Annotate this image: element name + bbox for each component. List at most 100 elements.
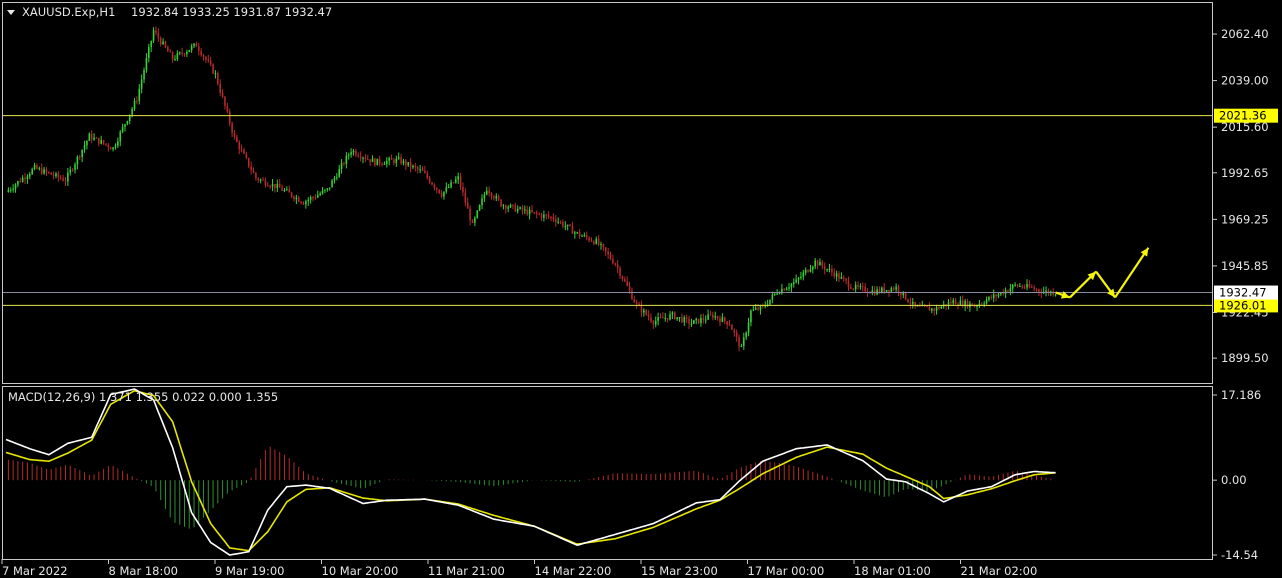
candle-body	[88, 133, 91, 141]
candle-body	[788, 287, 790, 289]
candle-body	[569, 224, 571, 226]
candle-body	[1016, 284, 1019, 287]
candle-body	[654, 320, 657, 325]
candle-body	[357, 155, 360, 157]
candle-body	[859, 286, 862, 288]
candle-body	[86, 140, 88, 146]
candle-body	[1052, 291, 1054, 295]
candle-body	[747, 322, 750, 333]
candle-body	[631, 290, 633, 300]
candle-body	[64, 180, 67, 182]
candle-body	[543, 214, 545, 218]
candle-body	[469, 208, 471, 221]
candle-body	[321, 190, 324, 194]
price-tick-label: 1969.25	[1221, 212, 1269, 226]
candle-body	[940, 306, 943, 309]
candle-body	[114, 145, 117, 148]
candle-body	[495, 196, 498, 199]
candle-body	[885, 289, 888, 292]
time-tick-label: 10 Mar 20:00	[322, 564, 399, 578]
candle-body	[416, 167, 419, 170]
candle-body	[538, 213, 540, 215]
candle-body	[795, 279, 797, 283]
candle-body	[778, 293, 781, 295]
candle-body	[1045, 290, 1047, 292]
time-tick-label: 15 Mar 23:00	[641, 564, 718, 578]
candle-body	[1033, 287, 1035, 290]
candle-body	[371, 158, 374, 163]
candle-body	[157, 32, 160, 39]
candle-body	[909, 302, 912, 304]
candle-body	[704, 319, 707, 321]
candle-body	[804, 269, 807, 273]
candle-body	[17, 181, 19, 185]
candle-body	[566, 224, 569, 227]
candle-body	[440, 193, 443, 197]
ohlc-values: 1932.84 1933.25 1931.87 1932.47	[131, 5, 332, 19]
candle-body	[552, 216, 555, 220]
candle-body	[443, 191, 445, 197]
candle-body	[593, 241, 595, 244]
candle-body	[690, 323, 693, 325]
candle-body	[336, 177, 338, 179]
candle-body	[531, 209, 533, 213]
candle-body	[207, 59, 210, 61]
candle-body	[93, 137, 95, 140]
candle-body	[688, 318, 690, 324]
candle-body	[407, 162, 410, 166]
candle-body	[145, 58, 148, 71]
candle-body	[95, 137, 98, 139]
candle-body	[574, 232, 576, 234]
candle-body	[771, 294, 774, 300]
candle-body	[812, 266, 814, 270]
candle-body	[219, 84, 221, 93]
candle-body	[131, 108, 133, 115]
candle-body	[40, 168, 43, 174]
candle-body	[167, 47, 169, 52]
candle-body	[659, 317, 662, 319]
candle-body	[478, 205, 481, 211]
candle-body	[190, 46, 193, 51]
candle-body	[1030, 286, 1033, 288]
candle-body	[366, 159, 369, 161]
candle-body	[319, 193, 321, 196]
candle-body	[31, 169, 33, 175]
candle-body	[228, 111, 231, 124]
candle-body	[69, 169, 72, 173]
candle-body	[716, 316, 719, 319]
time-tick-label: 9 Mar 19:00	[215, 564, 284, 578]
candle-body	[693, 320, 695, 324]
candle-body	[205, 56, 207, 60]
candle-body	[300, 201, 302, 203]
candle-body	[1023, 287, 1026, 289]
candle-body	[414, 165, 417, 168]
candle-body	[509, 204, 512, 208]
candle-body	[807, 269, 809, 272]
candle-body	[528, 209, 531, 215]
candle-body	[390, 158, 393, 160]
candle-body	[450, 182, 452, 188]
candle-body	[26, 176, 29, 179]
candle-body	[426, 173, 429, 178]
time-tick-label: 8 Mar 18:00	[109, 564, 178, 578]
time-tick-label: 17 Mar 00:00	[748, 564, 825, 578]
candle-body	[1054, 294, 1057, 296]
candle-body	[619, 268, 621, 277]
candle-body	[838, 273, 840, 279]
candle-body	[36, 165, 38, 169]
candle-body	[847, 280, 850, 288]
candle-body	[302, 202, 305, 205]
candle-body	[176, 53, 179, 60]
candle-body	[612, 259, 614, 264]
candle-body	[309, 197, 312, 200]
candle-body	[55, 173, 57, 177]
candle-body	[274, 183, 276, 189]
price-tick-label: 1899.50	[1221, 351, 1269, 365]
candle-body	[516, 208, 519, 212]
candle-body	[911, 301, 914, 304]
candle-body	[657, 317, 659, 321]
candle-body	[524, 209, 526, 211]
candle-body	[907, 299, 909, 303]
candle-body	[490, 193, 493, 197]
candle-body	[933, 308, 935, 311]
